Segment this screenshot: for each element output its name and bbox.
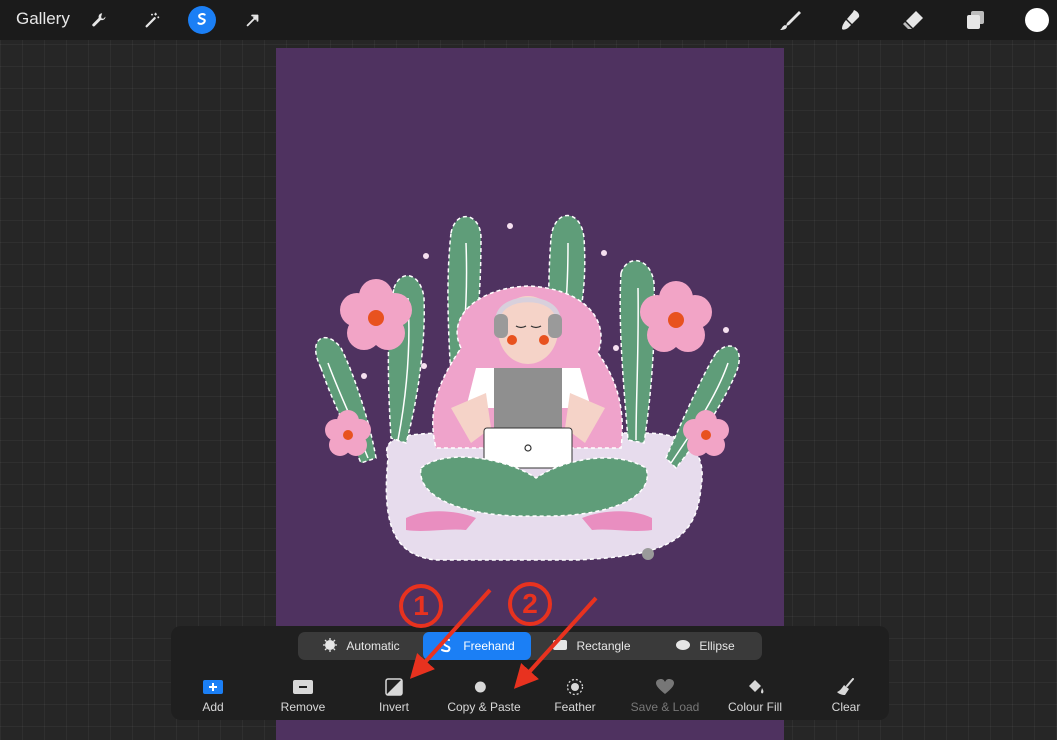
clear-button[interactable]: Clear: [801, 678, 891, 718]
gallery-button[interactable]: Gallery: [16, 9, 70, 29]
colour-fill-label: Colour Fill: [727, 700, 782, 714]
mode-ellipse[interactable]: Ellipse: [652, 632, 758, 660]
annotation-marker-2: 2: [508, 582, 552, 626]
feather-icon: [563, 678, 587, 696]
top-toolbar: Gallery: [0, 0, 1057, 40]
invert-button[interactable]: Invert: [349, 678, 439, 718]
mode-automatic[interactable]: Automatic: [302, 632, 420, 660]
mode-freehand[interactable]: Freehand: [423, 632, 531, 660]
wrench-icon[interactable]: [85, 6, 113, 34]
smudge-icon[interactable]: [837, 6, 865, 34]
colour-fill-button[interactable]: Colour Fill: [710, 678, 800, 718]
mode-rectangle[interactable]: Rectangle: [534, 632, 649, 660]
paint-bucket-icon: [743, 678, 767, 696]
save-load-label: Save & Load: [630, 700, 700, 714]
invert-label: Invert: [378, 700, 409, 714]
remove-icon: [291, 678, 315, 696]
feather-button[interactable]: Feather: [530, 678, 620, 718]
remove-button[interactable]: Remove: [258, 678, 348, 718]
save-load-button[interactable]: Save & Load: [620, 678, 710, 718]
feather-label: Feather: [554, 700, 596, 714]
mode-freehand-label: Freehand: [463, 639, 515, 653]
heart-icon: [653, 678, 677, 696]
clear-label: Clear: [831, 700, 861, 714]
invert-icon: [382, 678, 406, 696]
rectangle-icon: [552, 637, 568, 656]
add-button[interactable]: Add: [168, 678, 258, 718]
selection-panel: Automatic Freehand Rectangle Ellipse Add…: [171, 626, 889, 720]
transform-arrow-icon[interactable]: [239, 6, 267, 34]
annotation-marker-1: 1: [399, 584, 443, 628]
broom-icon: [834, 678, 858, 696]
mode-rectangle-label: Rectangle: [576, 639, 631, 653]
mode-automatic-label: Automatic: [346, 639, 400, 653]
remove-label: Remove: [280, 700, 326, 714]
headphone-right: [548, 314, 562, 338]
automatic-icon: [322, 637, 338, 656]
selection-handle: [642, 548, 654, 560]
freehand-icon: [439, 637, 455, 656]
add-label: Add: [202, 700, 224, 714]
selection-mode-segment: Automatic Freehand Rectangle Ellipse: [298, 632, 762, 660]
copy-paste-icon: [472, 678, 496, 696]
brush-icon[interactable]: [776, 6, 804, 34]
magic-wand-icon[interactable]: [138, 6, 166, 34]
selection-icon[interactable]: [188, 6, 216, 34]
copy-paste-label: Copy & Paste: [447, 700, 521, 714]
headphone-left: [494, 314, 508, 338]
ellipse-icon: [675, 637, 691, 656]
add-icon: [201, 678, 225, 696]
eraser-icon[interactable]: [899, 6, 927, 34]
copy-paste-button[interactable]: Copy & Paste: [439, 678, 529, 718]
mode-ellipse-label: Ellipse: [699, 639, 735, 653]
layers-icon[interactable]: [961, 6, 989, 34]
color-picker-swatch[interactable]: [1025, 8, 1049, 32]
